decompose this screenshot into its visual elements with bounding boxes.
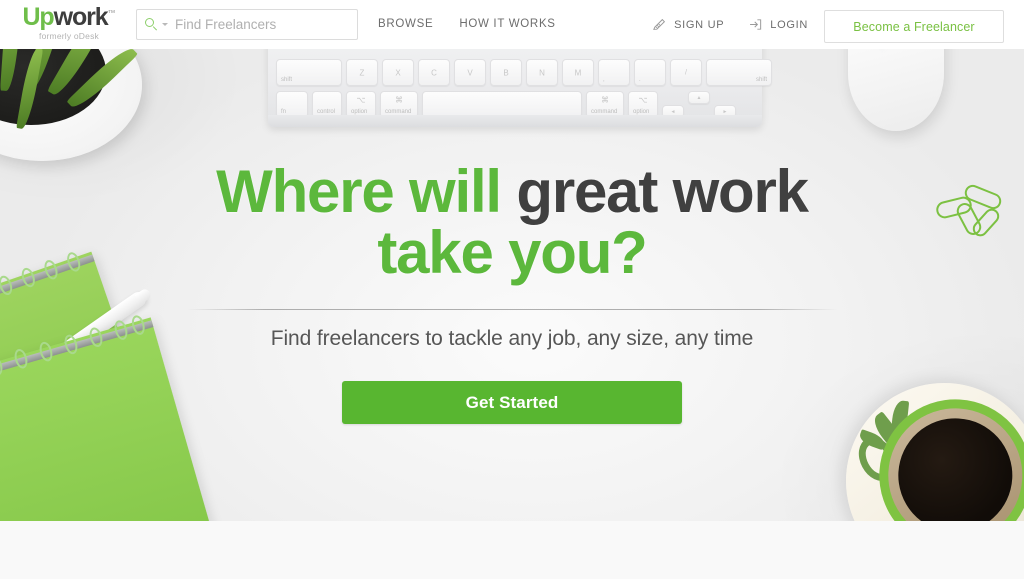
auth-links: SIGN UP LOGIN	[652, 17, 808, 32]
mouse-reflection	[864, 49, 926, 55]
login-link[interactable]: LOGIN	[748, 17, 808, 32]
upwork-landing-page: Upwork™ formerly oDesk BROWSE HOW IT WOR…	[0, 0, 1024, 579]
coffee-liquid	[890, 410, 1020, 521]
hero-section: shift Z X C V B N M , . / shift fn contr…	[0, 49, 1024, 521]
become-a-freelancer-button[interactable]: Become a Freelancer	[824, 10, 1004, 43]
nav-item-browse[interactable]: BROWSE	[378, 18, 433, 30]
trademark-icon: ™	[107, 8, 116, 18]
keyboard-row-modifiers: fn control ⌥ option ⌘ command ⌘ command ⌥ op…	[276, 91, 736, 118]
logo-work-text: work	[53, 3, 109, 31]
become-a-freelancer-label: Become a Freelancer	[853, 19, 975, 34]
cup-rim	[869, 389, 1024, 521]
logo-tagline: formerly oDesk	[39, 31, 99, 41]
logo-up-text: Up	[22, 3, 54, 31]
below-fold-area	[0, 521, 1024, 579]
keyboard-row-letters: shift Z X C V B N M , . / shift	[276, 59, 772, 86]
pencil-icon	[653, 18, 666, 30]
sign-up-link[interactable]: SIGN UP	[652, 17, 724, 32]
search-box[interactable]	[136, 9, 358, 40]
logo-wordmark: Upwork™	[22, 5, 115, 30]
search-input[interactable]	[175, 17, 349, 32]
keyboard-photo-object: shift Z X C V B N M , . / shift fn contr…	[268, 49, 772, 127]
paper-clips-photo-object	[934, 181, 1010, 257]
get-started-label: Get Started	[465, 392, 559, 412]
nav-item-how-it-works[interactable]: HOW IT WORKS	[459, 18, 555, 30]
chevron-down-icon[interactable]	[162, 23, 168, 26]
site-header: Upwork™ formerly oDesk BROWSE HOW IT WOR…	[0, 0, 1024, 49]
primary-nav: BROWSE HOW IT WORKS	[378, 18, 556, 30]
upwork-logo[interactable]: Upwork™ formerly oDesk	[14, 5, 124, 45]
get-started-button[interactable]: Get Started	[342, 381, 682, 425]
search-icon	[145, 18, 158, 31]
login-label: LOGIN	[770, 18, 808, 31]
sign-up-label: SIGN UP	[674, 18, 725, 31]
sign-in-arrow-icon	[750, 19, 762, 30]
